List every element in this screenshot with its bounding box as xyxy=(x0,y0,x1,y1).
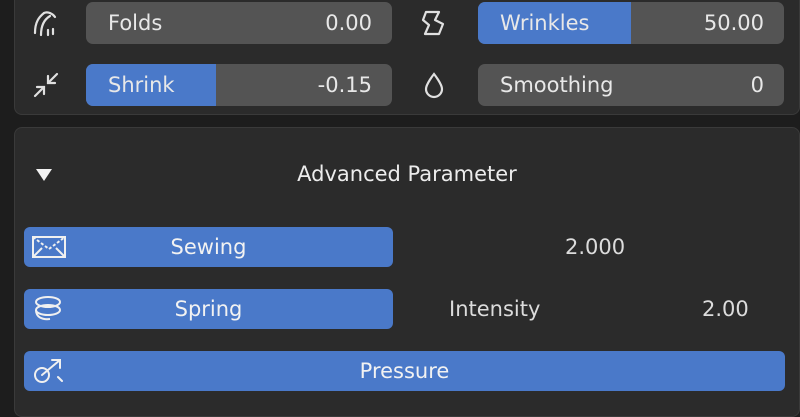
spring-label: Spring xyxy=(174,297,243,321)
droplet-icon xyxy=(416,68,452,102)
folds-icon xyxy=(28,6,64,40)
pressure-label: Pressure xyxy=(359,359,450,383)
smoothing-label: Smoothing xyxy=(500,73,614,97)
shrink-icon xyxy=(28,68,64,102)
wrinkles-slider[interactable]: Wrinkles 50.00 xyxy=(478,2,784,44)
spring-button[interactable]: Spring xyxy=(24,289,393,329)
folds-slider[interactable]: Folds 0.00 xyxy=(86,2,392,44)
advanced-parameter-header[interactable]: Advanced Parameter xyxy=(14,152,800,196)
shrink-label: Shrink xyxy=(108,73,175,97)
sewing-value[interactable]: 2.000 xyxy=(565,227,625,267)
wrinkles-value: 50.00 xyxy=(703,11,764,35)
shrink-slider[interactable]: Shrink -0.15 xyxy=(86,64,392,106)
wrinkles-icon xyxy=(416,6,452,40)
intensity-label: Intensity xyxy=(449,297,541,321)
folds-label: Folds xyxy=(108,11,163,35)
intensity-value[interactable]: 2.00 xyxy=(702,289,749,329)
pressure-button[interactable]: Pressure xyxy=(24,351,785,391)
smoothing-value: 0 xyxy=(750,73,764,97)
wrinkles-label: Wrinkles xyxy=(500,11,590,35)
sewing-label: Sewing xyxy=(170,235,247,259)
shrink-value: -0.15 xyxy=(317,73,372,97)
smoothing-slider[interactable]: Smoothing 0 xyxy=(478,64,784,106)
folds-value: 0.00 xyxy=(325,11,372,35)
advanced-parameter-title: Advanced Parameter xyxy=(297,162,517,186)
sewing-icon xyxy=(32,236,66,258)
pressure-icon xyxy=(34,359,63,383)
sewing-button[interactable]: Sewing xyxy=(24,227,393,267)
spring-icon xyxy=(35,296,61,321)
